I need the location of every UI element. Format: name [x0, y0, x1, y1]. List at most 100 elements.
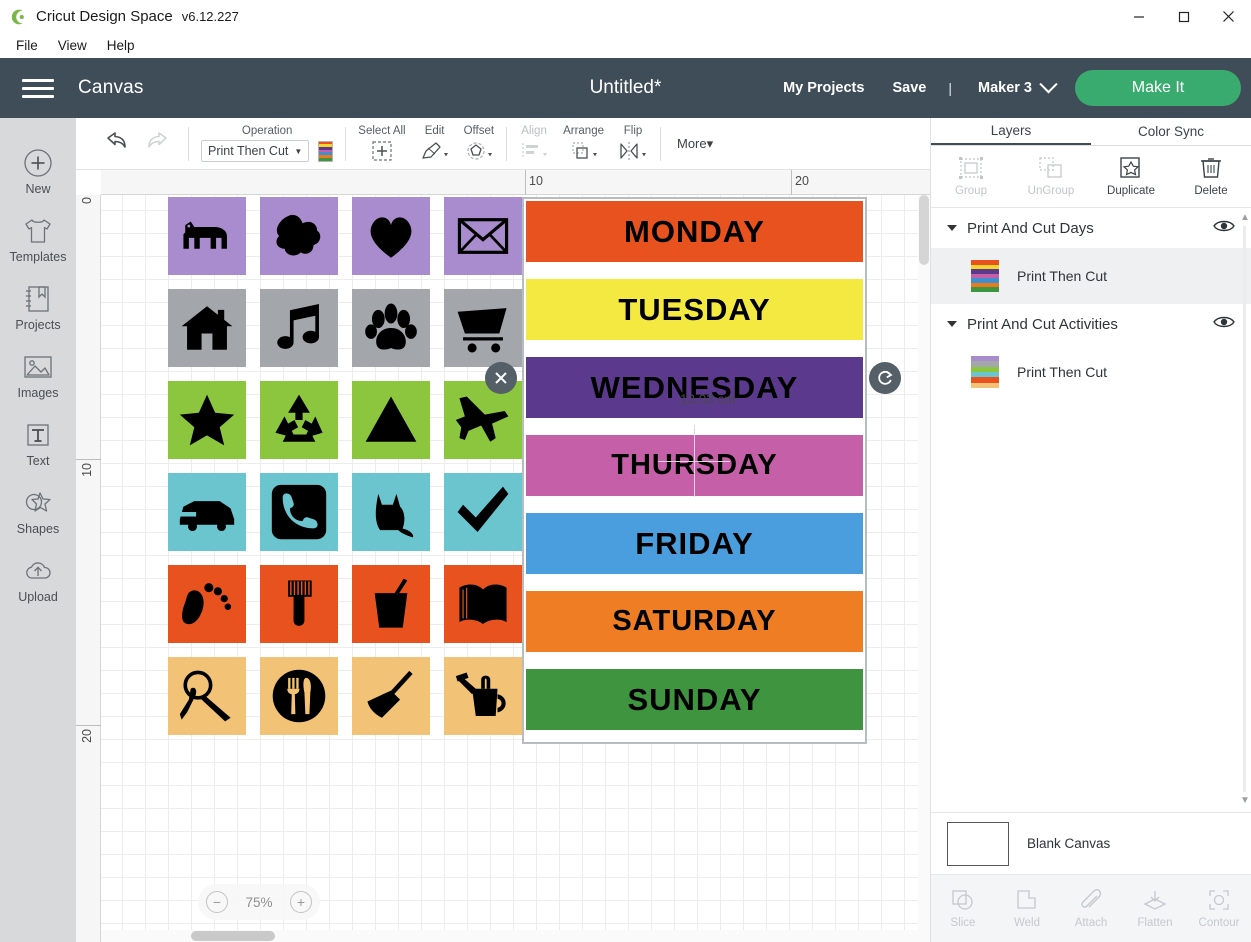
sidebar-item-projects[interactable]: Projects [0, 270, 76, 338]
scrollbar-thumb[interactable] [191, 931, 275, 941]
comb-icon [260, 565, 338, 643]
layers-list[interactable]: Print And Cut Days Print Then Cut Print … [931, 208, 1251, 812]
layer-group-header[interactable]: Print And Cut Activities [931, 304, 1251, 344]
menu-help[interactable]: Help [97, 36, 145, 55]
hamburger-menu-icon[interactable] [22, 78, 54, 98]
flip-cell[interactable]: Flip [618, 125, 648, 162]
day-strip[interactable]: WEDNESDAY [526, 357, 863, 418]
activity-cell[interactable] [345, 374, 437, 466]
activity-cell[interactable] [345, 650, 437, 742]
activity-cell[interactable] [161, 650, 253, 742]
flatten-button[interactable]: Flatten [1123, 888, 1187, 929]
scrollbar-thumb[interactable] [919, 195, 929, 265]
my-projects-link[interactable]: My Projects [769, 80, 878, 96]
activity-cell[interactable] [345, 282, 437, 374]
select-all-cell[interactable]: Select All [358, 125, 406, 162]
activity-cell[interactable] [161, 190, 253, 282]
minimize-button[interactable] [1116, 0, 1161, 33]
make-it-button[interactable]: Make It [1075, 70, 1241, 106]
activity-cell[interactable] [345, 558, 437, 650]
activity-cell[interactable] [253, 650, 345, 742]
activity-cell[interactable] [345, 466, 437, 558]
activity-cell[interactable] [437, 282, 529, 374]
activity-cell[interactable] [161, 374, 253, 466]
canvas-vertical-scrollbar[interactable] [918, 195, 930, 942]
activity-cell[interactable] [253, 282, 345, 374]
activity-cell[interactable] [161, 558, 253, 650]
selection-group-days[interactable]: MONDAY TUESDAY WEDNESDAY THURSDAY FRIDAY SATU… [522, 197, 867, 744]
day-strip[interactable]: SATURDAY [526, 591, 863, 652]
activities-artwork[interactable] [161, 190, 529, 742]
color-swatch[interactable] [318, 140, 334, 162]
weld-button[interactable]: Weld [995, 888, 1059, 929]
group-button[interactable]: Group [931, 156, 1011, 197]
activity-cell[interactable] [253, 466, 345, 558]
sidebar-item-new[interactable]: New [0, 134, 76, 202]
edit-cell[interactable]: Edit [420, 125, 450, 162]
layer-row[interactable]: Print Then Cut [931, 248, 1251, 304]
canvas-color-swatch[interactable] [947, 821, 1009, 866]
activity-cell[interactable] [437, 466, 529, 558]
canvas-horizontal-scrollbar[interactable] [101, 930, 918, 942]
design-canvas[interactable]: MONDAY TUESDAY WEDNESDAY THURSDAY FRIDAY SATU… [76, 170, 930, 942]
scroll-up-arrow-icon[interactable]: ▲ [1240, 212, 1250, 223]
sidebar-item-templates[interactable]: Templates [0, 202, 76, 270]
sidebar-item-shapes[interactable]: Shapes [0, 474, 76, 542]
undo-icon[interactable] [102, 130, 128, 157]
sidebar-item-text[interactable]: Text [0, 406, 76, 474]
eye-icon[interactable] [1213, 315, 1235, 334]
tab-layers[interactable]: Layers [931, 118, 1091, 145]
arrange-cell[interactable]: Arrange [563, 125, 604, 162]
more-button[interactable]: More▾ [661, 136, 713, 152]
machine-selector[interactable]: Maker 3 [960, 74, 1067, 96]
panel-scrollbar[interactable]: ▲ ▼ [1240, 212, 1250, 806]
layer-row[interactable]: Print Then Cut [931, 344, 1251, 400]
zoom-in-button[interactable]: + [290, 891, 312, 913]
day-strip[interactable]: FRIDAY [526, 513, 863, 574]
close-button[interactable] [1206, 0, 1251, 33]
menu-file[interactable]: File [6, 36, 48, 55]
activity-cell[interactable] [345, 190, 437, 282]
activity-cell[interactable] [437, 650, 529, 742]
activity-cell[interactable] [161, 282, 253, 374]
delete-handle[interactable] [485, 362, 517, 394]
ungroup-button[interactable]: UnGroup [1011, 156, 1091, 197]
tab-color-sync[interactable]: Color Sync [1091, 118, 1251, 145]
ruler-major-mark [76, 459, 101, 460]
eye-icon[interactable] [1213, 219, 1235, 238]
redo-icon[interactable] [146, 130, 172, 157]
day-strip[interactable]: TUESDAY [526, 279, 863, 340]
zoom-out-button[interactable]: − [206, 891, 228, 913]
maximize-button[interactable] [1161, 0, 1206, 33]
offset-cell[interactable]: Offset [464, 125, 494, 162]
activity-cell[interactable] [253, 558, 345, 650]
activity-cell[interactable] [161, 466, 253, 558]
activity-cell[interactable] [253, 190, 345, 282]
activity-cell[interactable] [437, 190, 529, 282]
day-strip[interactable]: MONDAY [526, 201, 863, 262]
zoom-control[interactable]: − 75% + [198, 884, 320, 920]
operation-select[interactable]: Print Then Cut ▼ [201, 140, 310, 162]
attach-button[interactable]: Attach [1059, 888, 1123, 929]
delete-button[interactable]: Delete [1171, 156, 1251, 197]
scrollbar-track[interactable] [1243, 226, 1246, 792]
day-strip[interactable]: SUNDAY [526, 669, 863, 730]
align-cell[interactable]: Align [519, 125, 549, 162]
activity-cell[interactable] [437, 374, 529, 466]
sidebar-item-images[interactable]: Images [0, 338, 76, 406]
activity-cell[interactable] [437, 558, 529, 650]
blank-canvas-row[interactable]: Blank Canvas [931, 812, 1251, 874]
caret-down-icon[interactable] [947, 225, 957, 231]
layer-group-header[interactable]: Print And Cut Days [931, 208, 1251, 248]
rotate-handle[interactable] [869, 362, 901, 394]
contour-button[interactable]: Contour [1187, 888, 1251, 929]
save-button[interactable]: Save [878, 80, 940, 96]
caret-down-icon[interactable] [947, 321, 957, 327]
menu-view[interactable]: View [48, 36, 97, 55]
activity-cell[interactable] [253, 374, 345, 466]
scroll-down-arrow-icon[interactable]: ▼ [1240, 795, 1250, 806]
arrange-group: Align Arrange Flip [507, 125, 660, 162]
duplicate-button[interactable]: Duplicate [1091, 156, 1171, 197]
slice-button[interactable]: Slice [931, 888, 995, 929]
sidebar-item-upload[interactable]: Upload [0, 542, 76, 610]
